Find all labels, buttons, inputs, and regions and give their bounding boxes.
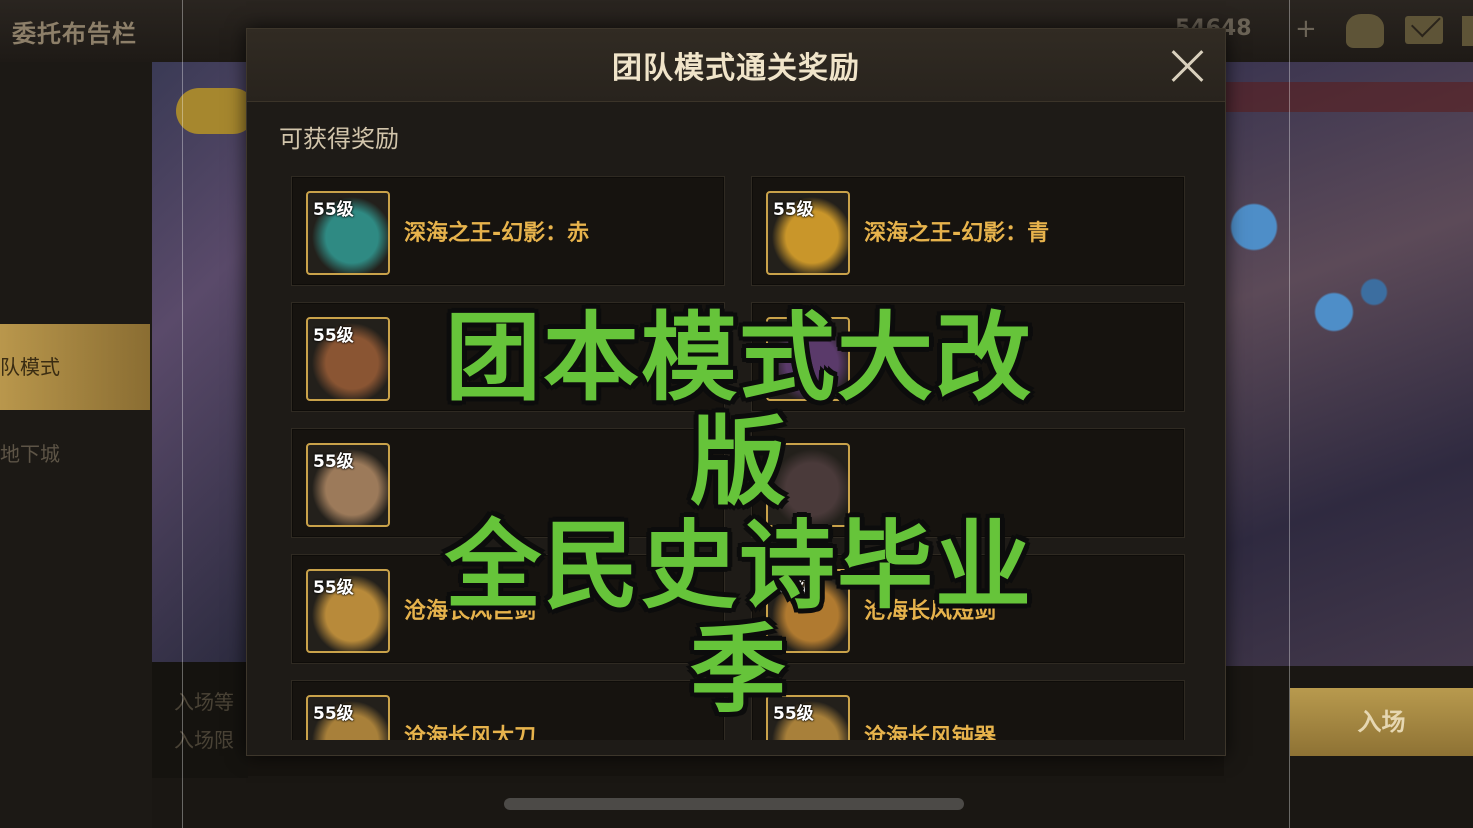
frame-divider	[182, 0, 183, 828]
item-name: 沧海长风钝器	[864, 725, 997, 740]
menu-icon[interactable]	[1462, 16, 1473, 46]
modal-title: 团队模式通关奖励	[612, 51, 860, 86]
item-name: 深海之王-幻影：青	[864, 221, 1050, 246]
entry-limit-label: 入场限	[174, 728, 234, 752]
enter-button[interactable]: 入场	[1290, 688, 1473, 756]
item-level-tag: 55级	[313, 326, 354, 346]
reward-card[interactable]: 55级沧海长风太刀	[291, 680, 725, 740]
reward-card[interactable]: 55级	[291, 428, 725, 538]
reward-card[interactable]	[751, 302, 1185, 412]
sidebar-item[interactable]	[0, 508, 150, 568]
cyan-orb-weapon-icon[interactable]: 55级	[306, 191, 390, 275]
reward-card[interactable]: 55级沧海长风巨剑	[291, 554, 725, 664]
mail-icon[interactable]	[1405, 16, 1443, 44]
shortsword-icon[interactable]: 55级	[766, 569, 850, 653]
item-level-tag: 55级	[773, 704, 814, 724]
item-level-tag: 55级	[313, 704, 354, 724]
item-level-tag: 55级	[773, 200, 814, 220]
available-rewards-label: 可获得奖励	[279, 125, 399, 153]
item-name: 沧海长风太刀	[404, 725, 537, 740]
sidebar-item-team-mode[interactable]: 队模式	[0, 324, 150, 410]
item-level-tag: 55级	[773, 578, 814, 598]
item-name: 沧海长风短剑	[864, 599, 997, 624]
blunt-weapon-icon[interactable]: 55级	[766, 695, 850, 740]
purple-item-icon[interactable]	[766, 317, 850, 401]
item-name: 沧海长风巨剑	[404, 599, 537, 624]
bag-icon[interactable]	[1346, 14, 1384, 48]
sidebar-item[interactable]	[0, 162, 150, 222]
reward-card[interactable]: 55级	[291, 302, 725, 412]
modal-header: 团队模式通关奖励	[247, 29, 1225, 102]
item-name: 深海之王-幻影：赤	[404, 221, 590, 246]
item-level-tag: 55级	[313, 200, 354, 220]
dark-item-icon[interactable]	[766, 443, 850, 527]
bulletin-board-title: 委托布告栏	[12, 20, 137, 48]
sidebar-item[interactable]	[0, 248, 150, 308]
bottom-strip	[248, 754, 1224, 776]
reward-card[interactable]	[751, 428, 1185, 538]
fang-jaw-icon[interactable]: 55级	[306, 443, 390, 527]
reward-modal: 团队模式通关奖励 可获得奖励 55级 深海之王-幻影：赤 55级 深海之王-幻影：青 5…	[246, 28, 1226, 756]
reward-list[interactable]: 55级 深海之王-幻影：赤 55级 深海之王-幻影：青 55级 55级 55级 沧海长风巨剑 5…	[291, 176, 1191, 740]
sidebar-item-dungeon[interactable]: 地下城	[0, 424, 150, 484]
reward-card[interactable]: 55级沧海长风短剑	[751, 554, 1185, 664]
item-level-tag: 55级	[313, 452, 354, 472]
frame-divider	[1289, 0, 1290, 828]
golden-flare-weapon-icon[interactable]: 55级	[766, 191, 850, 275]
attack-tag[interactable]	[176, 88, 256, 134]
reward-card[interactable]: 55级沧海长风钝器	[751, 680, 1185, 740]
reward-card[interactable]: 55级深海之王-幻影：青	[751, 176, 1185, 286]
katana-icon[interactable]: 55级	[306, 695, 390, 740]
character-artwork	[152, 62, 256, 662]
add-currency-button[interactable]: +	[1295, 14, 1317, 44]
close-icon[interactable]	[1169, 47, 1205, 83]
reward-card[interactable]: 55级深海之王-幻影：赤	[291, 176, 725, 286]
greatsword-icon[interactable]: 55级	[306, 569, 390, 653]
boss-artwork	[1224, 62, 1473, 666]
sidebar-item[interactable]	[0, 74, 150, 134]
item-level-tag: 55级	[313, 578, 354, 598]
spiked-ring-icon[interactable]: 55级	[306, 317, 390, 401]
home-indicator[interactable]	[504, 798, 964, 810]
notice-banner	[1224, 82, 1473, 112]
entry-level-label: 入场等	[174, 690, 234, 714]
mode-sidebar: 队模式 地下城	[0, 62, 152, 828]
entry-requirements: 入场等 入场限	[152, 662, 248, 778]
